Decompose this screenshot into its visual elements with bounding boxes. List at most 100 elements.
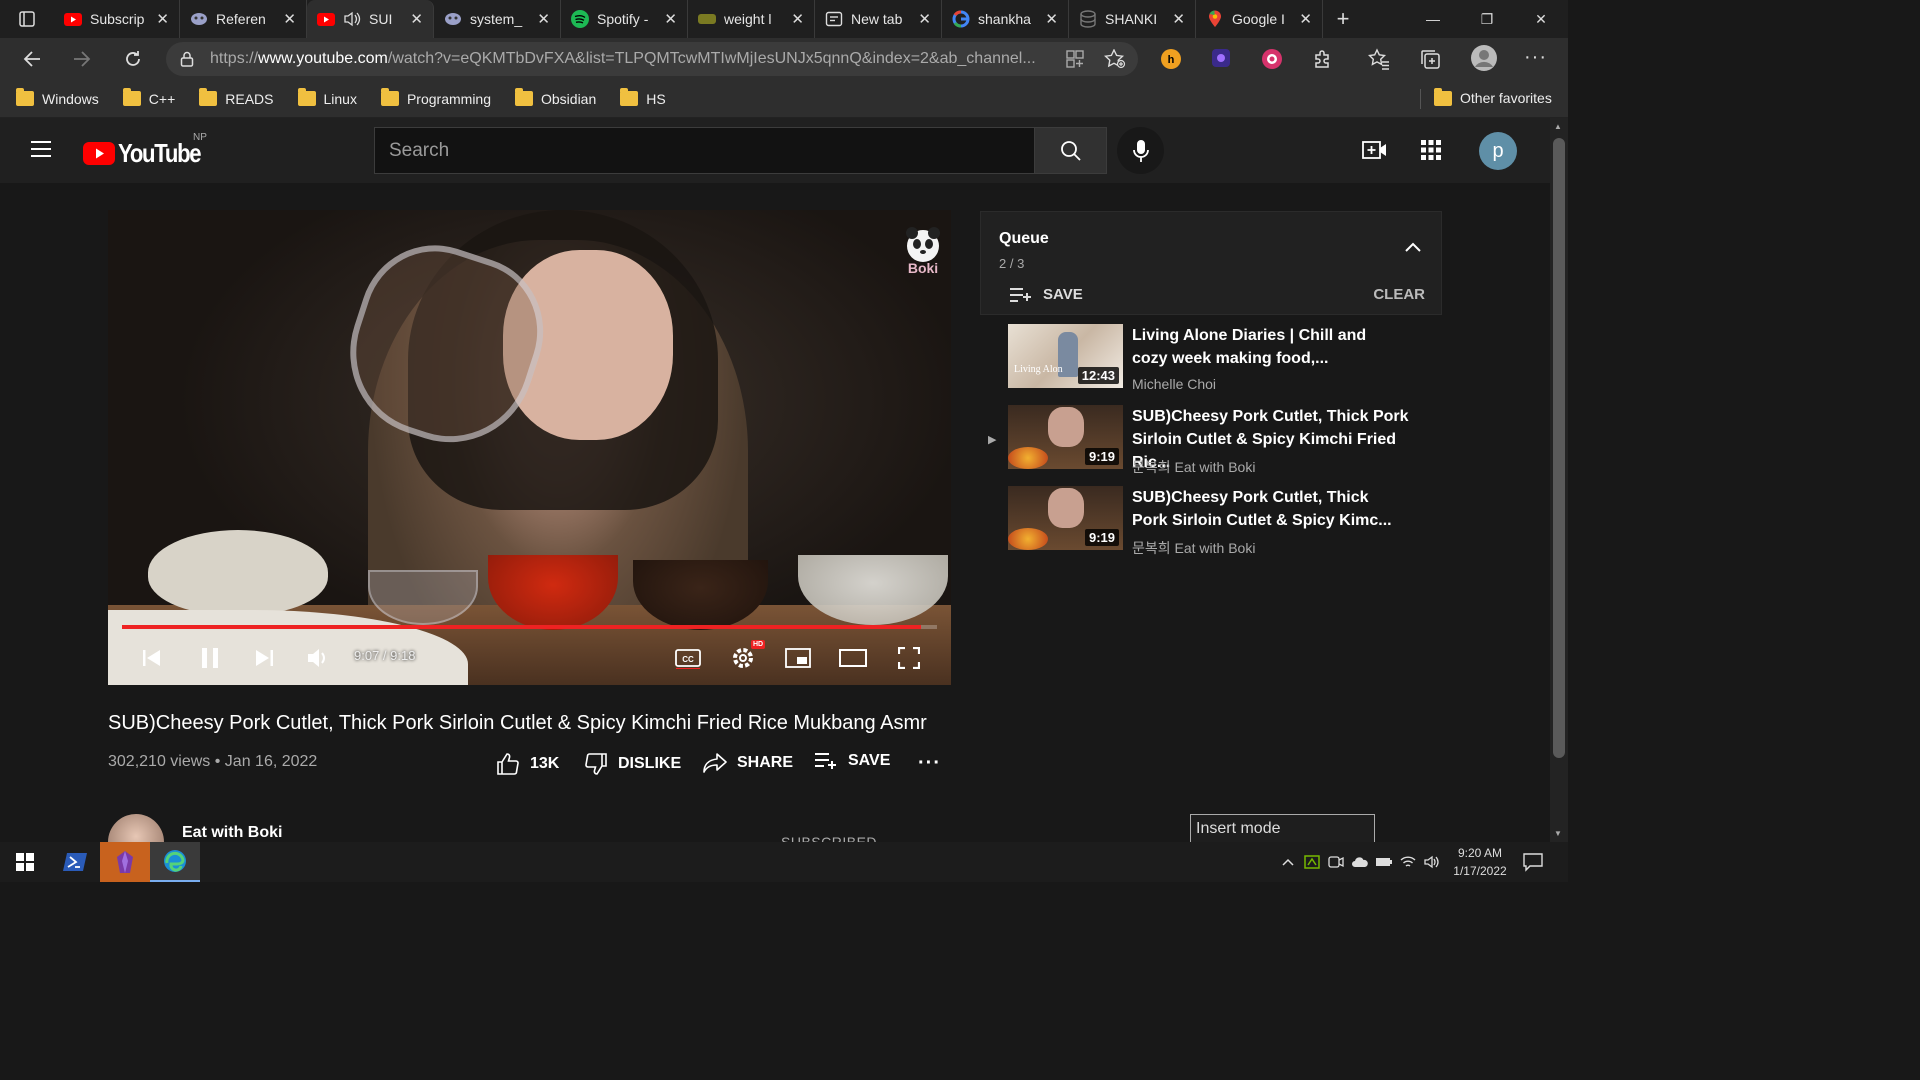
tab-actions-icon[interactable]: [0, 0, 54, 38]
tab-weight[interactable]: weight l ✕: [688, 0, 815, 38]
next-video-button[interactable]: [244, 638, 284, 678]
voice-search-button[interactable]: [1117, 127, 1164, 174]
page-scrollbar[interactable]: ▲ ▼: [1550, 118, 1568, 842]
save-button[interactable]: SAVE: [814, 752, 890, 770]
pause-button[interactable]: [190, 638, 230, 678]
add-favorite-icon[interactable]: [1104, 49, 1126, 69]
close-icon[interactable]: ✕: [410, 10, 423, 28]
create-video-icon[interactable]: [1362, 138, 1388, 162]
mute-button[interactable]: [298, 638, 338, 678]
collections-icon[interactable]: [1419, 48, 1441, 70]
settings-button[interactable]: HD: [723, 638, 766, 678]
queue-item[interactable]: Living Alon 12:43 Living Alone Diaries |…: [980, 324, 1442, 402]
theater-mode-button[interactable]: [833, 638, 873, 678]
more-menu-icon[interactable]: ···: [1524, 46, 1547, 69]
tab-shanki[interactable]: SHANKI ✕: [1069, 0, 1196, 38]
favorites-icon[interactable]: [1368, 48, 1390, 70]
close-icon[interactable]: ✕: [1045, 10, 1058, 28]
close-icon[interactable]: ✕: [664, 10, 677, 28]
close-icon[interactable]: ✕: [1172, 10, 1185, 28]
scroll-up-icon[interactable]: ▲: [1554, 122, 1562, 131]
chevron-up-icon[interactable]: [1405, 242, 1421, 252]
fullscreen-button[interactable]: [889, 638, 929, 678]
search-button[interactable]: [1034, 127, 1107, 174]
scrollbar-thumb[interactable]: [1553, 138, 1565, 758]
queue-save-button[interactable]: SAVE: [1009, 286, 1083, 303]
taskbar-obsidian[interactable]: [100, 842, 150, 882]
start-button[interactable]: [0, 842, 50, 882]
bookmark-reads[interactable]: READS: [183, 88, 281, 107]
tab-current-video[interactable]: SUI ✕: [307, 0, 434, 38]
share-button[interactable]: SHARE: [703, 752, 793, 774]
extension-purple-icon[interactable]: [1211, 48, 1231, 68]
bookmark-other-favorites[interactable]: Other favorites: [1418, 87, 1560, 106]
dislike-button[interactable]: DISLIKE: [584, 752, 681, 776]
lock-icon[interactable]: [180, 51, 194, 67]
tab-new-tab[interactable]: New tab ✕: [815, 0, 942, 38]
tab-spotify[interactable]: Spotify - ✕: [561, 0, 688, 38]
wifi-icon[interactable]: [1396, 855, 1420, 869]
tab-subscriptions[interactable]: Subscrip ✕: [54, 0, 180, 38]
battery-icon[interactable]: [1372, 857, 1396, 867]
close-icon[interactable]: ✕: [1299, 10, 1312, 28]
video-player[interactable]: Boki 9:07 / 9:18 CC HD: [108, 210, 951, 685]
previous-video-button[interactable]: [132, 638, 172, 678]
hamburger-menu-icon[interactable]: [30, 140, 52, 158]
profile-avatar-icon[interactable]: [1470, 44, 1498, 72]
bookmark-programming[interactable]: Programming: [365, 88, 499, 107]
address-bar[interactable]: https://www.youtube.com/watch?v=eQKMTbDv…: [166, 42, 1138, 76]
account-avatar[interactable]: p: [1479, 132, 1517, 170]
bookmark-windows[interactable]: Windows: [0, 88, 107, 107]
extensions-puzzle-icon[interactable]: [1312, 48, 1334, 70]
bookmark-linux[interactable]: Linux: [282, 88, 365, 107]
tab-reference[interactable]: Referen ✕: [180, 0, 307, 38]
channel-name[interactable]: Eat with Boki: [182, 824, 282, 842]
more-actions-icon[interactable]: ···: [918, 752, 941, 775]
taskbar-clock[interactable]: 9:20 AM 1/17/2022: [1444, 844, 1516, 880]
speaker-icon[interactable]: [343, 10, 361, 28]
bookmark-hs[interactable]: HS: [604, 88, 673, 107]
bookmark-cpp[interactable]: C++: [107, 88, 183, 107]
forward-icon[interactable]: [62, 41, 102, 77]
miniplayer-button[interactable]: [778, 638, 818, 678]
minimize-icon[interactable]: —: [1406, 0, 1460, 38]
meet-now-icon[interactable]: [1324, 855, 1348, 869]
close-icon[interactable]: ✕: [283, 10, 296, 28]
queue-item[interactable]: 9:19 SUB)Cheesy Pork Cutlet, Thick Pork S…: [980, 486, 1442, 564]
like-button[interactable]: 13K: [496, 752, 559, 776]
close-window-icon[interactable]: ✕: [1514, 0, 1568, 38]
queue-clear-button[interactable]: CLEAR: [1373, 286, 1425, 303]
refresh-icon[interactable]: [113, 41, 153, 77]
back-icon[interactable]: [12, 41, 52, 77]
scroll-down-icon[interactable]: ▼: [1554, 829, 1562, 838]
show-hidden-icons-icon[interactable]: [1276, 858, 1300, 866]
extension-honey-icon[interactable]: h: [1160, 48, 1182, 70]
captions-button[interactable]: CC: [668, 638, 708, 678]
restore-icon[interactable]: ❐: [1460, 0, 1514, 38]
search-input[interactable]: Search: [374, 127, 1035, 174]
notifications-icon[interactable]: [1522, 852, 1544, 872]
taskbar-edge[interactable]: [150, 842, 200, 882]
tab-google-maps[interactable]: Google I ✕: [1196, 0, 1323, 38]
channel-watermark[interactable]: Boki: [901, 224, 945, 286]
channel-avatar[interactable]: [108, 814, 164, 842]
close-icon[interactable]: ✕: [918, 10, 931, 28]
tab-google-search[interactable]: shankha ✕: [942, 0, 1069, 38]
apps-grid-icon[interactable]: [1421, 140, 1441, 160]
bookmark-obsidian[interactable]: Obsidian: [499, 88, 604, 107]
tab-system[interactable]: system_ ✕: [434, 0, 561, 38]
close-icon[interactable]: ✕: [537, 10, 550, 28]
new-tab-plus-icon[interactable]: +: [1323, 0, 1363, 38]
nvidia-icon[interactable]: [1300, 855, 1324, 869]
app-available-icon[interactable]: [1066, 50, 1084, 68]
onedrive-cloud-icon[interactable]: [1348, 856, 1372, 868]
close-icon[interactable]: ✕: [156, 10, 169, 28]
video-progress-bar[interactable]: [122, 625, 937, 629]
volume-tray-icon[interactable]: [1420, 855, 1444, 869]
close-icon[interactable]: ✕: [791, 10, 804, 28]
youtube-logo[interactable]: YouTube NP: [83, 132, 215, 169]
subscribed-button[interactable]: SUBSCRIBED: [781, 834, 877, 842]
queue-item-now-playing[interactable]: ▶ 9:19 SUB)Cheesy Pork Cutlet, Thick Por…: [980, 405, 1442, 483]
extension-pink-icon[interactable]: [1261, 48, 1283, 70]
taskbar-powershell[interactable]: [50, 842, 100, 882]
